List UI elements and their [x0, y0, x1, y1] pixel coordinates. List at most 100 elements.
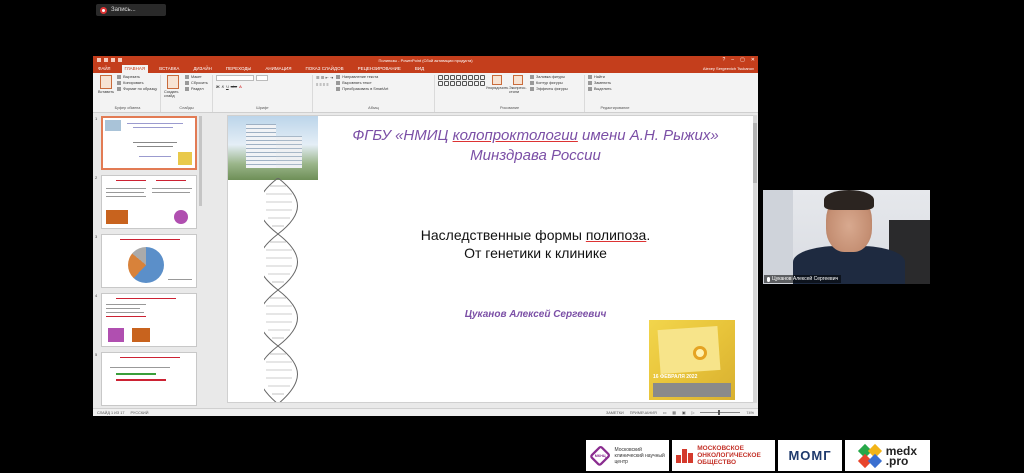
italic-icon[interactable]: К: [222, 84, 224, 89]
thumbnail-line: [116, 298, 176, 299]
smartart-button[interactable]: Преобразовать в SmartArt: [336, 87, 388, 91]
list-item[interactable]: 4: [95, 293, 199, 347]
shape-icon: [450, 81, 455, 86]
group-label: Буфер обмена: [114, 106, 141, 110]
recording-indicator[interactable]: Запись...: [96, 4, 166, 16]
group-editing: Найти Заменить Выделить Редактирование: [585, 75, 645, 112]
new-slide-button[interactable]: Создать слайд: [164, 75, 182, 98]
quick-styles-icon: [513, 75, 523, 85]
strikethrough-icon[interactable]: abc: [231, 84, 237, 89]
language-indicator[interactable]: РУССКИЙ: [130, 411, 148, 415]
align-icon[interactable]: ≡ ≡ ≡ ≡: [316, 82, 333, 87]
normal-view-icon[interactable]: ▭: [663, 410, 667, 415]
scroll-thumb[interactable]: [753, 123, 757, 183]
list-item[interactable]: 2: [95, 175, 199, 229]
thumbnail-image: [132, 328, 150, 342]
slide-thumbnail[interactable]: [101, 175, 197, 229]
minimize-icon[interactable]: –: [731, 57, 734, 63]
thumbnails-scrollbar[interactable]: [199, 116, 202, 206]
tab-home[interactable]: ГЛАВНАЯ: [121, 65, 149, 73]
bold-icon[interactable]: Ж: [216, 84, 220, 89]
tab-file[interactable]: ФАЙЛ: [95, 65, 114, 73]
text-direction-button[interactable]: Направление текста: [336, 75, 388, 79]
list-item[interactable]: 3: [95, 234, 199, 288]
font-color-icon[interactable]: A: [239, 84, 242, 89]
section-button[interactable]: Раздел: [185, 87, 208, 91]
tab-insert[interactable]: ВСТАВКА: [156, 65, 182, 73]
copy-icon: [117, 81, 122, 85]
microphone-icon: [767, 276, 770, 282]
shape-fill-button[interactable]: Заливка фигуры: [530, 75, 568, 79]
thumbnail-line: [106, 308, 140, 309]
medx-shape: [867, 453, 882, 468]
thumbnail-line: [106, 312, 144, 313]
list-item[interactable]: 5: [95, 352, 199, 406]
format-painter-button[interactable]: Формат по образцу: [117, 87, 157, 91]
tab-review[interactable]: РЕЦЕНЗИРОВАНИЕ: [355, 65, 404, 73]
poster-graphic: [657, 325, 721, 375]
select-button[interactable]: Выделить: [588, 87, 612, 91]
thumbnail-poster: [178, 152, 192, 165]
list-item[interactable]: 1: [95, 116, 199, 170]
slide-thumbnail[interactable]: [101, 352, 197, 406]
slide-scrollbar[interactable]: [753, 115, 757, 403]
current-slide[interactable]: ФГБУ «НМИЦ колопроктологии имени А.Н. Ры…: [227, 115, 754, 403]
zoom-handle[interactable]: [718, 410, 721, 415]
thumbnail-line: [133, 127, 173, 128]
replace-button[interactable]: Заменить: [588, 81, 612, 85]
help-icon[interactable]: ?: [723, 57, 726, 63]
maximize-icon[interactable]: ▢: [740, 57, 745, 63]
tab-slideshow[interactable]: ПОКАЗ СЛАЙДОВ: [302, 65, 346, 73]
bullets-icon[interactable]: ☰ ☰ ⇤ ⇥: [316, 75, 333, 80]
shape-effects-button[interactable]: Эффекты фигуры: [530, 87, 568, 91]
slide-thumbnail[interactable]: [101, 293, 197, 347]
tab-animations[interactable]: АНИМАЦИЯ: [262, 65, 294, 73]
slide-thumbnail[interactable]: [101, 116, 197, 170]
shape-outline-button[interactable]: Контур фигуры: [530, 81, 568, 85]
paste-button[interactable]: Вставить: [98, 75, 114, 94]
reset-icon: [185, 81, 189, 85]
zoom-slider[interactable]: [700, 410, 741, 415]
group-font: Ж К Ч abc A Шрифт: [213, 75, 313, 112]
brush-icon: [117, 87, 122, 91]
comments-button[interactable]: ПРИМЕЧАНИЯ: [630, 411, 657, 415]
copy-button[interactable]: Копировать: [117, 81, 157, 85]
arrange-button[interactable]: Упорядочить: [486, 75, 508, 90]
tab-view[interactable]: ВИД: [412, 65, 427, 73]
find-button[interactable]: Найти: [588, 75, 612, 79]
slideshow-view-icon[interactable]: ▷: [691, 410, 694, 415]
powerpoint-window: Полипозы - PowerPoint (Сбой активации пр…: [93, 56, 758, 416]
smartart-icon: [336, 87, 341, 91]
poster-date: 16 ФЕВРАЛЯ 2022: [653, 374, 698, 380]
thumbnail-line: [156, 180, 186, 181]
paste-icon: [100, 75, 113, 89]
shape-icon: [474, 75, 479, 80]
layout-button[interactable]: Макет: [185, 75, 208, 79]
slide-number: 1: [95, 116, 98, 121]
account-name[interactable]: Alexey Sergeevich Tsukanov: [703, 66, 754, 73]
reading-view-icon[interactable]: ▣: [682, 410, 686, 415]
participant-video[interactable]: Цуканов Алексей Сергеевич: [763, 190, 930, 284]
text-direction-icon: [336, 75, 341, 79]
reset-button[interactable]: Сбросить: [185, 81, 208, 85]
underline-icon[interactable]: Ч: [226, 84, 229, 89]
thumbnail-line: [116, 180, 146, 181]
quick-styles-button[interactable]: Экспресс-стили: [509, 75, 527, 94]
slide-number: 5: [95, 352, 98, 357]
align-text-button[interactable]: Выровнять текст: [336, 81, 388, 85]
notes-button[interactable]: ЗАМЕТКИ: [606, 411, 624, 415]
cut-button[interactable]: Вырезать: [117, 75, 157, 79]
font-name-select[interactable]: [216, 75, 254, 81]
shapes-gallery[interactable]: [438, 75, 485, 86]
zoom-level[interactable]: 74%: [746, 411, 754, 415]
building-image: [276, 136, 302, 168]
font-size-select[interactable]: [256, 75, 268, 81]
slide-thumbnail[interactable]: [101, 234, 197, 288]
sorter-view-icon[interactable]: ▦: [672, 410, 676, 415]
thumbnail-line: [139, 156, 171, 157]
tab-design[interactable]: ДИЗАЙН: [190, 65, 215, 73]
close-icon[interactable]: ✕: [751, 57, 755, 63]
group-label: Редактирование: [600, 106, 630, 110]
section-icon: [185, 87, 189, 91]
tab-transitions[interactable]: ПЕРЕХОДЫ: [223, 65, 255, 73]
